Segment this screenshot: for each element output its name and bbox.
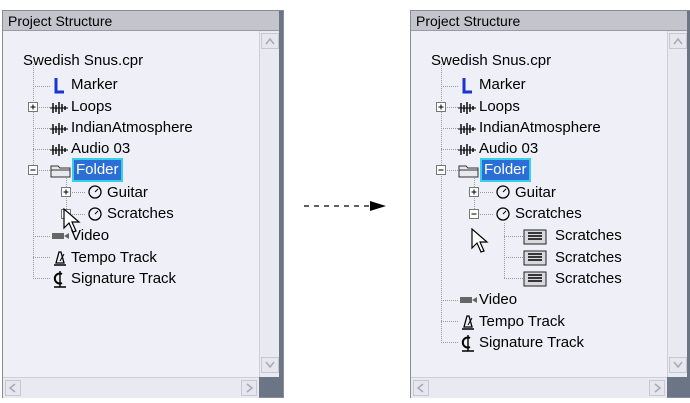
tree-item-signature-track[interactable]: Signature Track — [477, 333, 586, 353]
tree-item-tempo-track[interactable]: Tempo Track — [477, 312, 567, 332]
marker-icon — [54, 78, 64, 94]
tree-item-scratches[interactable]: Scratches — [105, 204, 176, 224]
instrument-icon — [496, 185, 510, 199]
project-root-label[interactable]: Swedish Snus.cpr — [21, 51, 145, 71]
folder-icon — [458, 165, 479, 178]
scroll-down-button[interactable] — [261, 357, 279, 373]
tempo-icon — [54, 251, 66, 266]
tree-item-scratches-part[interactable]: Scratches — [553, 269, 624, 289]
tree-item-loops[interactable]: Loops — [477, 97, 522, 117]
tree-item-folder[interactable]: Folder — [480, 158, 531, 182]
expand-toggle-loops[interactable] — [28, 102, 39, 113]
tree-item-guitar[interactable]: Guitar — [105, 183, 150, 203]
folder-icon — [50, 165, 71, 178]
midi-part-icon — [523, 250, 547, 266]
tempo-icon — [462, 315, 474, 330]
panel-title: Project Structure — [3, 11, 283, 31]
scroll-right-button[interactable] — [649, 380, 665, 396]
project-structure-panel-left: Project Structure Swedish Snus.cpr Marke… — [2, 10, 284, 398]
project-tree: Swedish Snus.cpr Marker Loops IndianAtmo… — [3, 31, 258, 377]
tree-item-scratches-part[interactable]: Scratches — [553, 248, 624, 268]
tree-item-tempo-track[interactable]: Tempo Track — [69, 248, 159, 268]
midi-part-icon — [523, 229, 547, 245]
tree-item-scratches-part[interactable]: Scratches — [553, 226, 624, 246]
horizontal-scrollbar[interactable] — [411, 377, 667, 398]
instrument-icon — [88, 185, 102, 199]
instrument-icon — [88, 207, 102, 221]
collapse-toggle-folder[interactable] — [436, 165, 447, 176]
scroll-left-button[interactable] — [5, 380, 21, 396]
tree-item-loops[interactable]: Loops — [69, 97, 114, 117]
project-tree: Swedish Snus.cpr Marker Loops IndianAtmo… — [411, 31, 666, 377]
panel-edge — [279, 11, 283, 397]
scroll-left-button[interactable] — [413, 380, 429, 396]
audio-waveform-icon — [458, 123, 476, 135]
midi-part-icon — [523, 271, 547, 287]
tree-item-guitar[interactable]: Guitar — [513, 183, 558, 203]
marker-icon — [462, 78, 472, 94]
tree-item-folder[interactable]: Folder — [72, 158, 123, 182]
horizontal-scrollbar[interactable] — [3, 377, 259, 398]
instrument-icon — [496, 207, 510, 221]
collapse-toggle-scratches[interactable] — [469, 209, 480, 220]
tree-item-audio-03[interactable]: Audio 03 — [69, 139, 132, 159]
tree-item-audio-03[interactable]: Audio 03 — [477, 139, 540, 159]
vertical-scrollbar[interactable] — [259, 31, 280, 377]
tree-item-marker[interactable]: Marker — [477, 75, 528, 95]
audio-waveform-icon — [458, 144, 476, 156]
project-structure-panel-right: Project Structure Swedish Snus.cpr Marke… — [410, 10, 690, 398]
expand-toggle-loops[interactable] — [436, 102, 447, 113]
mouse-cursor-icon — [471, 228, 489, 253]
scrollbar-corner — [667, 377, 687, 397]
signature-icon — [53, 271, 66, 288]
audio-waveform-icon — [50, 102, 68, 114]
tree-item-video[interactable]: Video — [477, 290, 519, 310]
scroll-right-button[interactable] — [241, 380, 257, 396]
audio-waveform-icon — [50, 144, 68, 156]
tree-item-indian-atmosphere[interactable]: IndianAtmosphere — [69, 118, 195, 138]
scroll-up-button[interactable] — [669, 33, 687, 49]
vertical-scrollbar[interactable] — [667, 31, 688, 377]
scroll-down-button[interactable] — [669, 357, 687, 373]
project-root-label[interactable]: Swedish Snus.cpr — [429, 51, 553, 71]
audio-waveform-icon — [50, 123, 68, 135]
tree-item-indian-atmosphere[interactable]: IndianAtmosphere — [477, 118, 603, 138]
dashed-arrow-icon — [304, 201, 386, 211]
mouse-cursor-icon — [63, 208, 81, 233]
scrollbar-corner — [259, 377, 279, 397]
scroll-up-button[interactable] — [261, 33, 279, 49]
tree-item-marker[interactable]: Marker — [69, 75, 120, 95]
panel-title: Project Structure — [411, 11, 690, 31]
video-icon — [460, 297, 477, 303]
collapse-toggle-folder[interactable] — [28, 165, 39, 176]
expand-toggle-guitar[interactable] — [61, 187, 72, 198]
expand-toggle-guitar[interactable] — [469, 187, 480, 198]
tree-item-signature-track[interactable]: Signature Track — [69, 269, 178, 289]
audio-waveform-icon — [458, 102, 476, 114]
signature-icon — [461, 335, 474, 352]
tree-item-scratches[interactable]: Scratches — [513, 204, 584, 224]
